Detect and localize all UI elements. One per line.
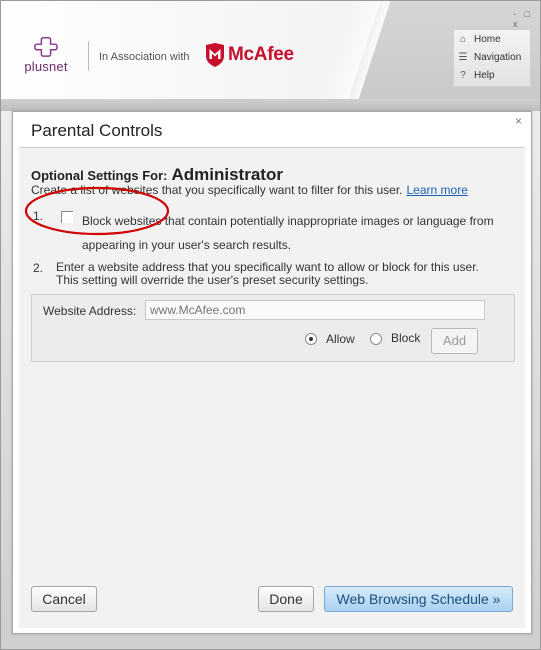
nav-item-label: Help xyxy=(474,69,495,81)
dialog-title: Parental Controls xyxy=(31,121,163,140)
association-text: In Association with xyxy=(99,51,190,63)
web-browsing-schedule-button[interactable]: Web Browsing Schedule » xyxy=(324,586,513,612)
block-radio[interactable] xyxy=(370,333,382,345)
block-inappropriate-checkbox[interactable] xyxy=(61,211,73,223)
question-icon: ? xyxy=(460,69,466,81)
cancel-button[interactable]: Cancel xyxy=(31,586,97,612)
app-window: plusnet In Association with McAfee - □ x… xyxy=(0,0,541,650)
description: Create a list of websites that you speci… xyxy=(31,183,468,197)
optional-settings-prefix: Optional Settings For: xyxy=(31,168,168,183)
header-divider xyxy=(88,41,89,71)
website-address-label: Website Address: xyxy=(43,304,137,318)
nav-menu: ⌂ Home ☰ Navigation ? Help xyxy=(453,29,531,87)
nav-item-label: Home xyxy=(474,33,501,45)
item-2-text: Enter a website address that you specifi… xyxy=(56,261,516,287)
optional-settings-heading: Optional Settings For: Administrator xyxy=(31,165,283,185)
window-controls[interactable]: - □ x xyxy=(513,9,540,29)
list-icon: ☰ xyxy=(458,51,468,63)
home-icon: ⌂ xyxy=(459,33,467,45)
plusnet-logo-text: plusnet xyxy=(24,59,68,74)
allow-radio[interactable] xyxy=(305,333,317,345)
item-2-line-2: This setting will override the user's pr… xyxy=(56,273,369,287)
block-label: Block xyxy=(391,331,421,345)
allow-label: Allow xyxy=(326,332,355,346)
description-text: Create a list of websites that you speci… xyxy=(31,183,403,197)
user-name: Administrator xyxy=(171,165,283,184)
item-1-text: Block websites that contain potentially … xyxy=(82,214,494,252)
plusnet-logo-icon xyxy=(34,37,58,57)
item-1-number: 1. xyxy=(33,209,44,223)
parental-controls-dialog: Parental Controls × Optional Settings Fo… xyxy=(12,111,532,634)
nav-item-label: Navigation xyxy=(474,51,522,63)
app-header: plusnet In Association with McAfee - □ x… xyxy=(1,1,540,99)
dialog-content: Optional Settings For: Administrator Crea… xyxy=(19,148,525,628)
nav-item-home[interactable]: ⌂ Home xyxy=(454,30,530,48)
mcafee-shield-icon xyxy=(206,43,224,67)
learn-more-link[interactable]: Learn more xyxy=(407,183,468,197)
header-shadow xyxy=(1,99,540,111)
website-address-input[interactable] xyxy=(145,300,485,320)
done-button[interactable]: Done xyxy=(258,586,314,612)
nav-item-help[interactable]: ? Help xyxy=(454,66,530,84)
mcafee-logo: McAfee xyxy=(205,43,294,67)
add-button[interactable]: Add xyxy=(431,328,478,354)
mcafee-brand-text: McAfee xyxy=(228,44,294,65)
item-2-number: 2. xyxy=(33,261,44,275)
website-address-panel: Website Address: Allow Block Add xyxy=(31,294,515,362)
nav-item-navigation[interactable]: ☰ Navigation xyxy=(454,48,530,66)
close-icon[interactable]: × xyxy=(515,114,522,128)
